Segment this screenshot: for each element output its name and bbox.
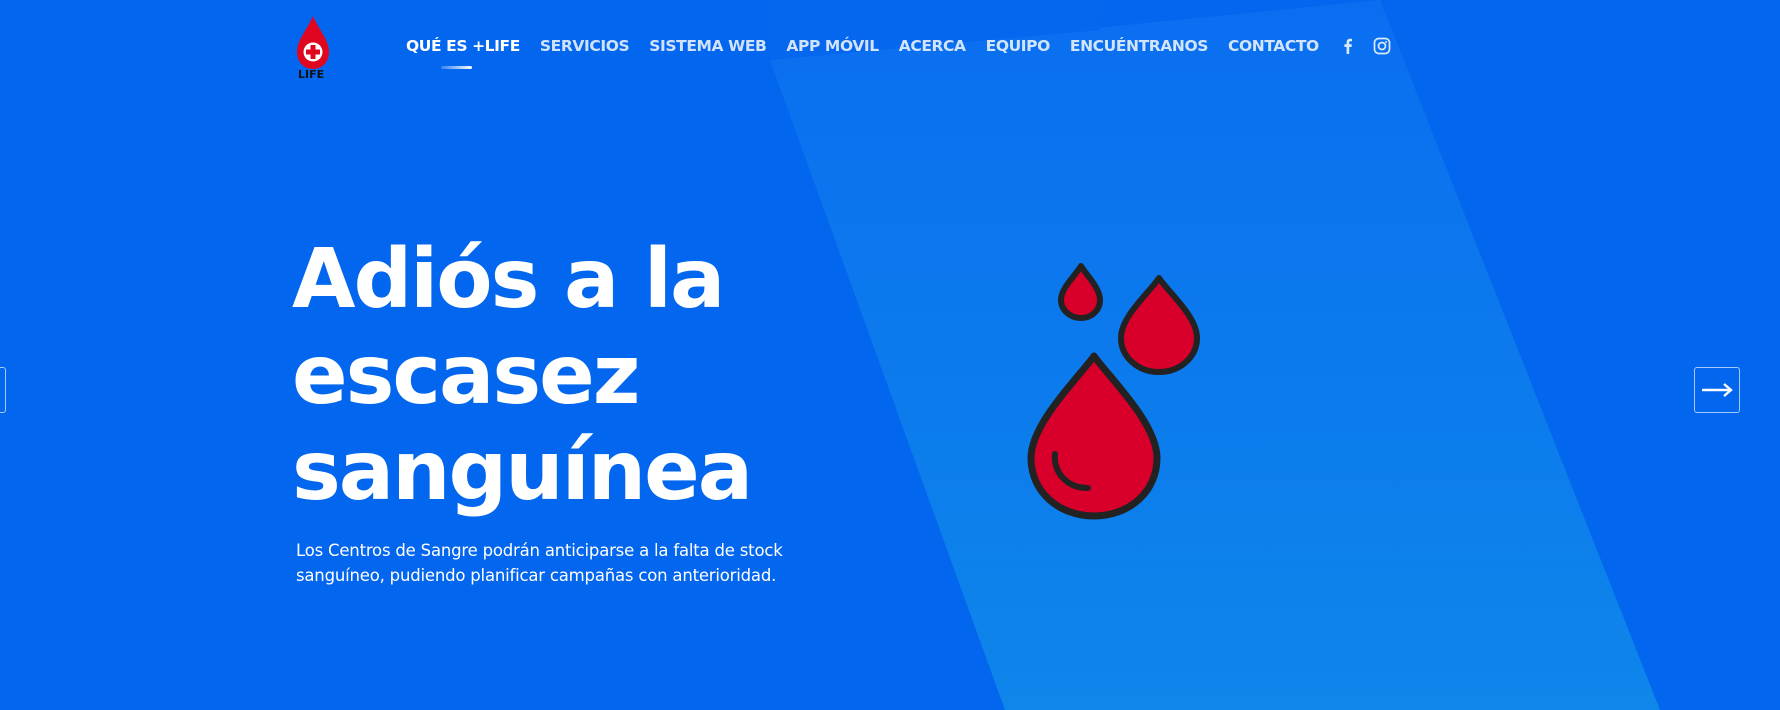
instagram-icon[interactable] — [1373, 37, 1391, 55]
nav-item-sistema-web[interactable]: SISTEMA WEB — [649, 37, 767, 55]
nav-item-app-movil[interactable]: APP MÓVIL — [786, 37, 879, 55]
arrow-right-icon — [1702, 383, 1733, 397]
main-navigation: QUÉ ES +LIFE SERVICIOS SISTEMA WEB APP M… — [406, 34, 1407, 69]
nav-item-acerca[interactable]: ACERCA — [899, 37, 966, 55]
hero-description-line: Los Centros de Sangre podrán anticiparse… — [296, 541, 783, 560]
facebook-icon[interactable] — [1339, 37, 1357, 55]
hero-background-stripe — [770, 0, 1660, 710]
nav-item-encuentranos[interactable]: ENCUÉNTRANOS — [1070, 37, 1209, 55]
blood-drops-icon — [1027, 263, 1200, 520]
nav-item-servicios[interactable]: SERVICIOS — [540, 37, 630, 55]
slider-prev-button[interactable] — [0, 367, 6, 413]
hero-description-line: sanguíneo, pudiendo planificar campañas … — [296, 566, 777, 585]
landing-page: LIFE QUÉ ES +LIFE SERVICIOS SISTEMA WEB … — [0, 0, 1780, 710]
hero-description: Los Centros de Sangre podrán anticiparse… — [296, 538, 816, 588]
nav-item-equipo[interactable]: EQUIPO — [986, 37, 1051, 55]
slider-next-button[interactable] — [1694, 367, 1740, 413]
active-nav-indicator — [441, 66, 472, 69]
nav-item-contacto[interactable]: CONTACTO — [1228, 37, 1319, 55]
hero-headline-line: escasez — [292, 328, 641, 423]
hero-headline-line: sanguínea — [292, 424, 753, 519]
nav-item-que-es-life[interactable]: QUÉ ES +LIFE — [406, 37, 520, 55]
hero-headline-line: Adiós a la — [292, 232, 725, 327]
brand-logo-text: LIFE — [298, 68, 325, 81]
hero-headline: Adiós a la escasez sanguínea — [292, 232, 753, 520]
